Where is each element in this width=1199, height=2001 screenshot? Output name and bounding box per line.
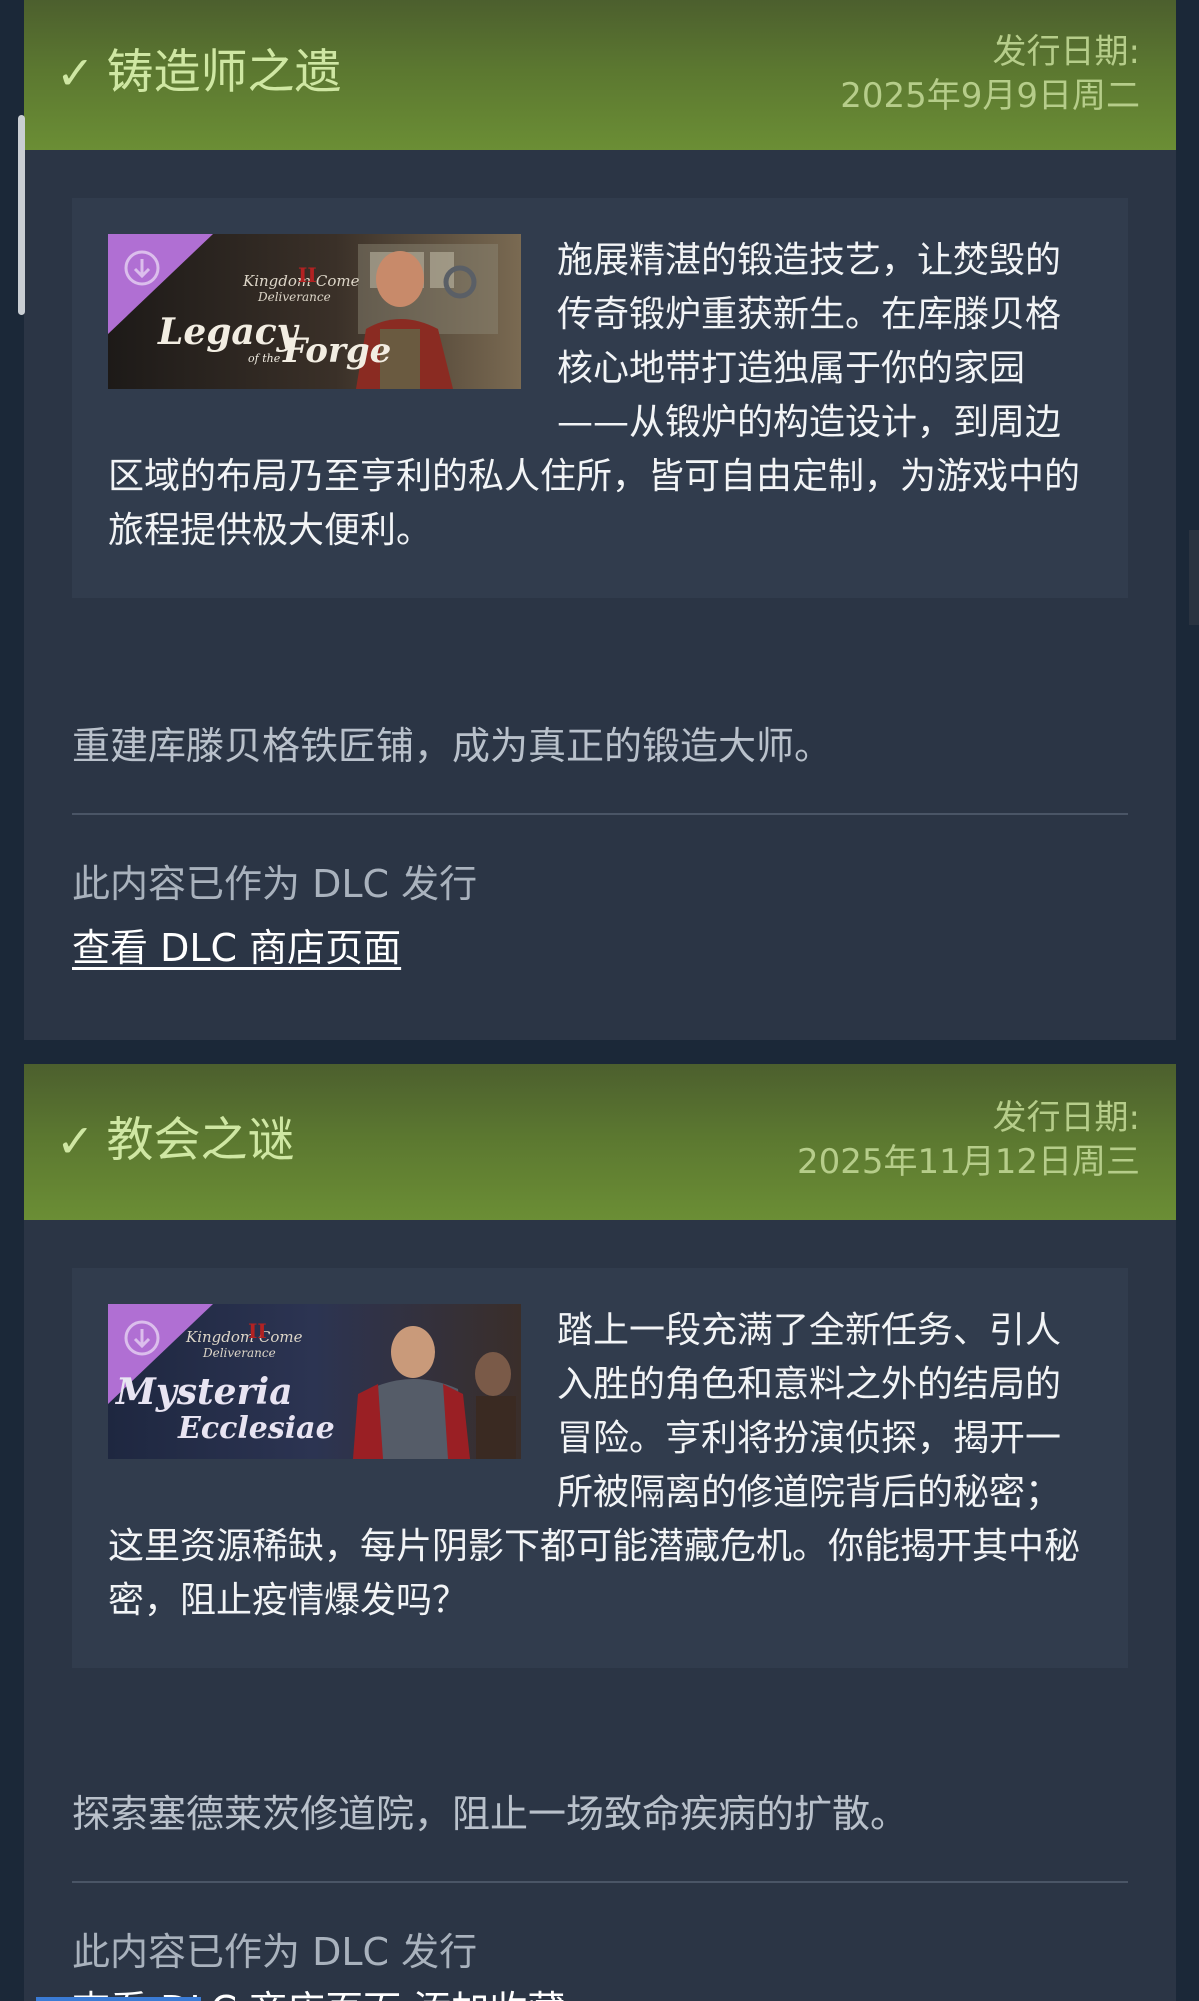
banner-roman: II: [248, 1319, 267, 1343]
dlc-title-text: 铸造师之遗: [106, 45, 342, 100]
bottom-indicator: [36, 1997, 201, 2001]
release-date-label: 发行日期:: [992, 32, 1140, 72]
banner-name-line2: Forge: [282, 331, 391, 371]
released-as-dlc: 此内容已作为 DLC 发行: [72, 1930, 478, 1974]
banner-name-line2: Ecclesiae: [177, 1411, 335, 1446]
dlc-card: ✓ 铸造师之遗 发行日期: 2025年9月9日周二 Kingdom Come D…: [24, 0, 1176, 1040]
divider: [72, 813, 1128, 815]
release-date-label: 发行日期:: [992, 1098, 1140, 1138]
released-as-dlc: 此内容已作为 DLC 发行: [72, 862, 478, 906]
release-date: 发行日期: 2025年9月9日周二: [840, 30, 1140, 118]
banner-logo-line2: Deliverance: [257, 290, 331, 304]
dlc-title: ✓ 教会之谜: [56, 1112, 295, 1170]
dlc-banner-image[interactable]: Kingdom Come Deliverance II Legacy of th…: [108, 234, 521, 389]
dlc-description-box: Kingdom Come Deliverance II Mysteria Ecc…: [72, 1268, 1128, 1668]
side-edge: [1189, 530, 1199, 625]
dlc-header: ✓ 教会之谜 发行日期: 2025年11月12日周三: [24, 1064, 1176, 1220]
banner-logo-line2: Deliverance: [202, 1346, 276, 1360]
checkmark-icon: ✓: [56, 46, 95, 100]
release-date: 发行日期: 2025年11月12日周三: [797, 1096, 1140, 1184]
dlc-tagline: 探索塞德莱茨修道院，阻止一场致命疾病的扩散。: [72, 1792, 909, 1836]
dlc-title: ✓ 铸造师之遗: [56, 44, 342, 102]
release-date-value: 2025年9月9日周二: [840, 76, 1140, 116]
banner-name-line1: Legacy: [157, 311, 300, 353]
dlc-title-text: 教会之谜: [106, 1113, 295, 1168]
release-date-value: 2025年11月12日周三: [796, 1142, 1140, 1182]
banner-roman: II: [298, 263, 317, 287]
dlc-card: ✓ 教会之谜 发行日期: 2025年11月12日周三 Kingdom Come …: [24, 1064, 1176, 2001]
banner-logo-line1: Kingdom Come: [185, 1328, 303, 1346]
divider: [72, 1881, 1128, 1883]
page-scrollbar[interactable]: [18, 115, 25, 315]
dlc-header: ✓ 铸造师之遗 发行日期: 2025年9月9日周二: [24, 0, 1176, 150]
checkmark-icon: ✓: [56, 1114, 95, 1168]
view-dlc-store-link[interactable]: 查看 DLC 商店页面: [72, 924, 401, 972]
banner-name-line1: Mysteria: [114, 1371, 293, 1413]
dlc-banner-image[interactable]: Kingdom Come Deliverance II Mysteria Ecc…: [108, 1304, 521, 1459]
dlc-tagline: 重建库滕贝格铁匠铺，成为真正的锻造大师。: [72, 724, 833, 768]
banner-name-small: of the: [248, 352, 281, 365]
dlc-description-box: Kingdom Come Deliverance II Legacy of th…: [72, 198, 1128, 598]
